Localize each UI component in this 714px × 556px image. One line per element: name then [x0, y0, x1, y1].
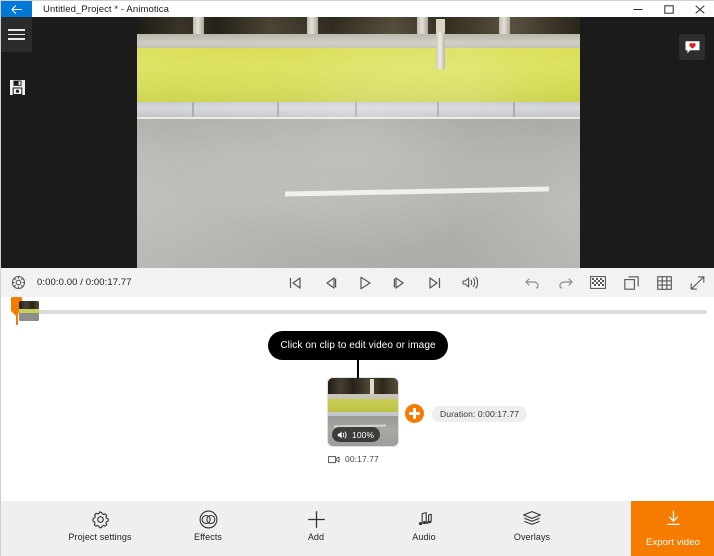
- add-clip-button[interactable]: [405, 404, 424, 423]
- play-button[interactable]: [357, 275, 373, 291]
- audio-label: Audio: [412, 532, 436, 542]
- title-bar: Untitled_Project * - Animotica: [1, 1, 714, 17]
- hamburger-menu-icon: [8, 29, 25, 40]
- grid-button[interactable]: [656, 275, 672, 291]
- checkerboard-icon: [590, 276, 606, 289]
- clip-hint-text: Click on clip to edit video or image: [280, 340, 436, 351]
- gear-icon: [91, 509, 110, 529]
- bottom-toolbar: Project settings Effects Add Audio Overl…: [1, 501, 714, 556]
- feedback-heart-icon: [685, 40, 699, 53]
- download-icon: [665, 510, 682, 532]
- tool-buttons: Project settings Effects Add Audio Overl…: [1, 501, 631, 556]
- audio-button[interactable]: Audio: [392, 509, 456, 543]
- playback-controls: [287, 268, 478, 297]
- clip-volume-label: 100%: [352, 429, 375, 440]
- duration-badge-label: Duration: 0:00:17.77: [440, 409, 520, 419]
- preview-stage: [1, 17, 714, 268]
- project-settings-button[interactable]: Project settings: [68, 509, 132, 543]
- fullscreen-button[interactable]: [689, 275, 705, 291]
- undo-icon: [524, 277, 539, 289]
- copy-icon: [623, 275, 639, 290]
- right-rail: [580, 17, 714, 268]
- grid-icon: [656, 275, 672, 290]
- feedback-button[interactable]: [679, 34, 705, 60]
- preview-settings-icon: [11, 275, 26, 290]
- music-note-icon: [415, 509, 434, 529]
- export-video-button[interactable]: Export video: [631, 501, 714, 556]
- playhead-thumbnail[interactable]: [19, 301, 39, 321]
- clip-volume-badge[interactable]: 100%: [332, 427, 381, 442]
- scrub-track[interactable]: [19, 310, 707, 314]
- timecode-display: 0:00:0.00 / 0:00:17.77: [37, 277, 132, 288]
- transport-bar: 0:00:0.00 / 0:00:17.77: [1, 268, 714, 297]
- save-button[interactable]: [9, 79, 26, 96]
- preview-highlight: [137, 17, 580, 268]
- plus-icon: [307, 509, 326, 529]
- hamburger-menu-button[interactable]: [1, 17, 32, 52]
- overlays-label: Overlays: [513, 532, 551, 542]
- effects-button[interactable]: Effects: [176, 509, 240, 543]
- skip-start-icon: [289, 276, 301, 289]
- duration-badge: Duration: 0:00:17.77: [432, 406, 528, 422]
- step-backward-button[interactable]: [322, 275, 338, 291]
- tooltip-pointer: [357, 360, 359, 378]
- timeline-clip[interactable]: 100%: [328, 378, 398, 446]
- play-icon: [360, 276, 371, 289]
- close-button[interactable]: [684, 1, 714, 17]
- step-forward-icon: [393, 276, 404, 289]
- add-button[interactable]: Add: [284, 509, 348, 543]
- skip-to-start-button[interactable]: [287, 275, 303, 291]
- step-forward-button[interactable]: [392, 275, 408, 291]
- video-camera-icon: [328, 455, 340, 463]
- window-title: Untitled_Project * - Animotica: [43, 3, 170, 15]
- speaker-icon: [337, 430, 347, 439]
- editor-tools: [524, 268, 705, 297]
- clip-length: 00:17.77: [328, 454, 379, 464]
- maximize-button[interactable]: [653, 1, 684, 17]
- back-button[interactable]: [1, 1, 32, 17]
- preview-settings-button[interactable]: [11, 275, 26, 290]
- window-controls: [622, 1, 714, 17]
- skip-to-end-button[interactable]: [427, 275, 443, 291]
- volume-button[interactable]: [462, 275, 478, 291]
- effects-icon: [199, 509, 218, 529]
- redo-button[interactable]: [557, 275, 573, 291]
- clip-hint-tooltip: Click on clip to edit video or image: [268, 331, 448, 360]
- layers-icon: [522, 509, 542, 529]
- left-rail: [1, 17, 137, 268]
- skip-end-icon: [429, 276, 441, 289]
- transparency-button[interactable]: [590, 275, 606, 291]
- animotica-window: Untitled_Project * - Animotica 0:00:0.00…: [0, 0, 714, 556]
- export-video-label: Export video: [645, 536, 700, 548]
- expand-icon: [690, 275, 704, 290]
- volume-icon: [462, 276, 478, 289]
- scrub-track-area[interactable]: [1, 297, 714, 341]
- save-icon: [10, 80, 25, 95]
- back-arrow-icon: [11, 4, 22, 14]
- timeline-canvas[interactable]: Click on clip to edit video or image 100…: [1, 325, 714, 501]
- overlays-button[interactable]: Overlays: [500, 509, 564, 543]
- duplicate-button[interactable]: [623, 275, 639, 291]
- minimize-button[interactable]: [622, 1, 653, 17]
- project-settings-label: Project settings: [68, 532, 132, 542]
- effects-label: Effects: [193, 532, 223, 542]
- redo-icon: [558, 277, 573, 289]
- video-preview[interactable]: [137, 17, 580, 268]
- clip-length-label: 00:17.77: [345, 454, 379, 464]
- step-back-icon: [326, 276, 337, 289]
- add-label: Add: [307, 532, 325, 542]
- undo-button[interactable]: [524, 275, 540, 291]
